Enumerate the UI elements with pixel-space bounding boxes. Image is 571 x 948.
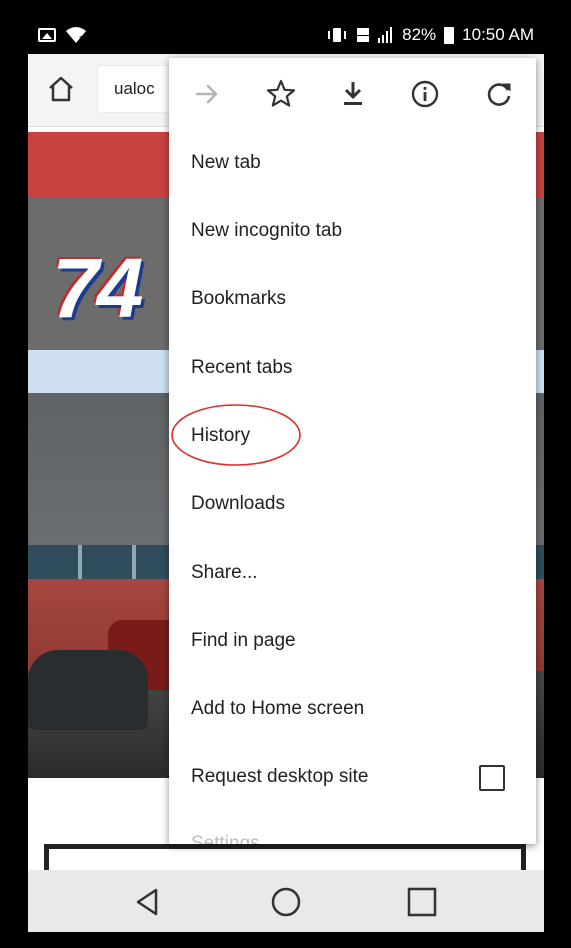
info-icon[interactable] (407, 76, 443, 112)
image-icon (38, 28, 56, 42)
browser-overflow-menu: New tab New incognito tab Bookmarks Rece… (169, 58, 536, 844)
menu-item-bookmarks[interactable]: Bookmarks (191, 284, 286, 314)
menu-item-settings-partial[interactable]: Settings (191, 833, 260, 844)
menu-icon-row (169, 58, 536, 130)
menu-item-new-incognito-tab[interactable]: New incognito tab (191, 216, 342, 246)
menu-item-request-desktop-site[interactable]: Request desktop site (191, 762, 368, 792)
url-text: ualoc (114, 79, 155, 98)
refresh-icon[interactable] (481, 76, 517, 112)
star-icon[interactable] (263, 76, 299, 112)
menu-item-new-tab[interactable]: New tab (191, 148, 261, 178)
phone-screen: ? 82% 10:50 AM ualoc 74 New tab New inco… (28, 18, 544, 932)
site-logo-number: 74 (52, 241, 143, 335)
forward-icon[interactable] (189, 76, 225, 112)
dark-suv (28, 650, 148, 730)
vibrate-icon (328, 28, 347, 42)
battery-percent: 82% (402, 25, 437, 44)
wifi-icon: ? (66, 27, 86, 44)
menu-item-add-to-home-screen[interactable]: Add to Home screen (191, 694, 364, 724)
history-annotation-circle (171, 404, 301, 466)
recents-icon[interactable] (402, 882, 442, 922)
back-icon[interactable] (128, 882, 168, 922)
download-icon[interactable] (335, 76, 371, 112)
home-icon[interactable] (46, 74, 76, 104)
battery-icon (444, 26, 455, 44)
menu-item-recent-tabs[interactable]: Recent tabs (191, 353, 292, 383)
menu-item-find-in-page[interactable]: Find in page (191, 626, 296, 656)
svg-text:?: ? (79, 35, 84, 44)
request-desktop-site-checkbox[interactable] (479, 765, 505, 791)
signal-icon (378, 27, 393, 43)
status-time: 10:50 AM (462, 25, 534, 44)
home-circle-icon[interactable] (266, 882, 306, 922)
lte-icon (357, 28, 370, 42)
status-bar: ? 82% 10:50 AM (28, 18, 544, 54)
menu-item-share[interactable]: Share... (191, 558, 258, 588)
menu-item-downloads[interactable]: Downloads (191, 489, 285, 519)
android-nav-bar (28, 870, 544, 932)
